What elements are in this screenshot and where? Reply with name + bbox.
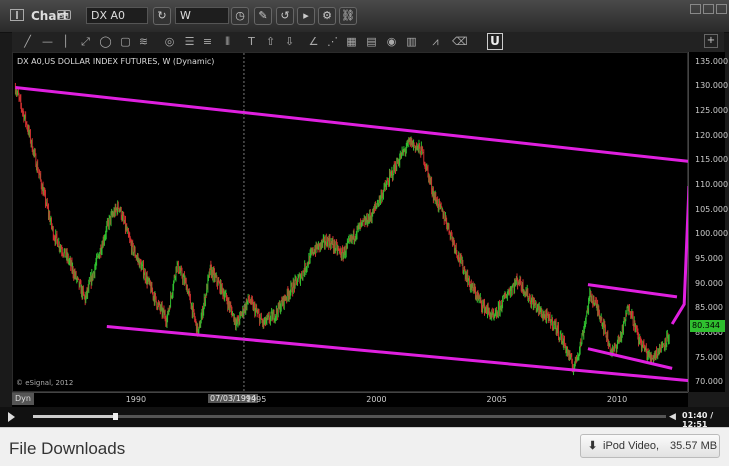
annotation-arrow bbox=[670, 185, 689, 325]
chart-header: DX A0,US DOLLAR INDEX FUTURES, W (Dynami… bbox=[17, 57, 215, 66]
interval-input[interactable]: W bbox=[175, 7, 229, 24]
video-player-bar: ◀ 01:40 / 12:51 bbox=[0, 407, 729, 429]
volume-icon[interactable]: ◀ bbox=[669, 412, 676, 422]
interval-clock-button[interactable]: ◷ bbox=[231, 7, 249, 25]
price-tick-label: 120.000 bbox=[695, 130, 729, 140]
time-axis[interactable]: Dyn 07/03/1994 1990 1995 2000 2005 2010 bbox=[12, 392, 688, 407]
play-button[interactable]: ▸ bbox=[297, 7, 315, 25]
dynamic-toggle[interactable]: Dyn bbox=[12, 393, 34, 405]
chart-plot-area[interactable] bbox=[12, 52, 689, 393]
year-tick-label: 2010 bbox=[606, 395, 628, 404]
close-button[interactable] bbox=[716, 4, 727, 14]
vline-tool-icon[interactable]: │ bbox=[58, 34, 73, 49]
chart-copyright: © eSignal, 2012 bbox=[16, 379, 74, 387]
annotation-trendline bbox=[106, 324, 689, 383]
annotation-trendline bbox=[587, 283, 678, 299]
annotation-trendline bbox=[15, 86, 689, 163]
year-tick-label: 2005 bbox=[486, 395, 507, 404]
seek-track[interactable] bbox=[33, 413, 666, 420]
replay-icon: ↺ bbox=[280, 9, 290, 22]
symbol-input[interactable]: DX A0 bbox=[86, 7, 148, 24]
arrow-down-tool-icon[interactable]: ⇩ bbox=[282, 34, 297, 49]
hline-tool-icon[interactable]: — bbox=[40, 34, 55, 49]
year-tick-label: 1990 bbox=[125, 395, 147, 404]
last-price-badge: 80.344 bbox=[690, 320, 725, 332]
link-icon: ⛓ bbox=[341, 9, 355, 22]
eye-tool-icon[interactable]: ◉ bbox=[384, 34, 399, 49]
downloads-title: File Downloads bbox=[9, 439, 126, 458]
fib-tool-icon[interactable]: ☰ bbox=[182, 34, 197, 49]
play-circle-icon: ▸ bbox=[303, 9, 309, 22]
price-tick-label: 70.000 bbox=[695, 377, 723, 387]
play-icon[interactable] bbox=[8, 412, 15, 422]
price-tick-label: 90.000 bbox=[695, 278, 723, 288]
replay-button[interactable]: ↺ bbox=[276, 7, 294, 25]
price-tick-label: 95.000 bbox=[695, 253, 723, 263]
link-badge[interactable]: SH bbox=[57, 10, 71, 20]
expand-icon[interactable]: + bbox=[704, 34, 718, 48]
price-axis[interactable]: 135.000 130.000 125.000 120.000 115.000 110.0… bbox=[688, 52, 729, 392]
year-tick-label: 2000 bbox=[366, 395, 387, 404]
undo-u-button[interactable]: U bbox=[487, 33, 503, 50]
ipod-video-download-button[interactable]: ⬇ iPod Video, 35.57 MB bbox=[580, 434, 720, 458]
file-downloads-bar: File Downloads ⬇ iPod Video, 35.57 MB bbox=[0, 427, 729, 466]
link-button[interactable]: ⛓ bbox=[339, 7, 357, 25]
rectangle-tool-icon[interactable]: ▢ bbox=[118, 34, 133, 49]
channel-tool-icon[interactable]: ≋ bbox=[136, 34, 151, 49]
price-tick-label: 125.000 bbox=[695, 106, 729, 116]
symbol-refresh-button[interactable]: ↻ bbox=[153, 7, 171, 25]
text-tool-icon[interactable]: T bbox=[244, 34, 259, 49]
ray-tool-icon[interactable]: ⤢ bbox=[78, 34, 93, 49]
price-tick-label: 105.000 bbox=[695, 204, 729, 214]
zigzag-tool-icon[interactable]: ⩘ bbox=[428, 34, 443, 49]
gann-fan-tool-icon[interactable]: ⋰ bbox=[325, 34, 340, 49]
drawing-toolbar: ╱ — │ ⤢ ◯ ▢ ≋ ◎ ☰ ≡ ⦀ T ⇧ ⇩ ∠ ⋰ ▦ ▤ ◉ ▥ … bbox=[12, 32, 724, 53]
download-arrow-icon: ⬇ bbox=[588, 440, 598, 452]
price-tick-label: 110.000 bbox=[695, 180, 729, 190]
download-item-size: 35.57 MB bbox=[670, 440, 718, 452]
angle-tool-icon[interactable]: ∠ bbox=[306, 34, 321, 49]
price-tick-label: 115.000 bbox=[695, 155, 729, 165]
gear-icon: ⚙ bbox=[322, 9, 332, 22]
maximize-button[interactable] bbox=[703, 4, 714, 14]
eraser-tool-icon[interactable]: ⌫ bbox=[452, 34, 468, 49]
minimize-button[interactable] bbox=[690, 4, 701, 14]
mob-tool-icon[interactable]: ▤ bbox=[364, 34, 379, 49]
line-tool-icon[interactable]: ╱ bbox=[20, 34, 35, 49]
year-tick-label: 1995 bbox=[245, 395, 267, 404]
settings-button[interactable]: ⚙ bbox=[318, 7, 336, 25]
draw-pencil-button[interactable]: ✎ bbox=[254, 7, 272, 25]
price-chart-svg bbox=[14, 53, 689, 393]
download-item-label: iPod Video, bbox=[603, 440, 660, 452]
price-tick-label: 100.000 bbox=[695, 229, 729, 239]
seek-handle[interactable] bbox=[113, 413, 119, 420]
time-zones-tool-icon[interactable]: ⦀ bbox=[220, 34, 235, 49]
price-bars bbox=[14, 82, 670, 376]
levels-tool-icon[interactable]: ≡ bbox=[200, 34, 215, 49]
clock-icon: ◷ bbox=[235, 9, 245, 22]
ellipse-tool-icon[interactable]: ◯ bbox=[98, 34, 113, 49]
seek-progress bbox=[33, 415, 116, 418]
refresh-icon: ↻ bbox=[157, 9, 167, 22]
grid-tool-icon[interactable]: ▦ bbox=[344, 34, 359, 49]
price-tick-label: 135.000 bbox=[695, 56, 729, 66]
pencil-icon: ✎ bbox=[258, 9, 268, 22]
price-tick-label: 85.000 bbox=[695, 303, 723, 313]
pti-tool-icon[interactable]: ▥ bbox=[404, 34, 419, 49]
cycles-tool-icon[interactable]: ◎ bbox=[162, 34, 177, 49]
chart-app-icon bbox=[10, 9, 24, 21]
arrow-up-tool-icon[interactable]: ⇧ bbox=[263, 34, 278, 49]
title-bar: Chart SH DX A0 ↻ W ◷ ✎ ↺ ▸ ⚙ ⛓ bbox=[0, 0, 729, 33]
price-tick-label: 130.000 bbox=[695, 81, 729, 91]
price-tick-label: 75.000 bbox=[695, 352, 723, 362]
